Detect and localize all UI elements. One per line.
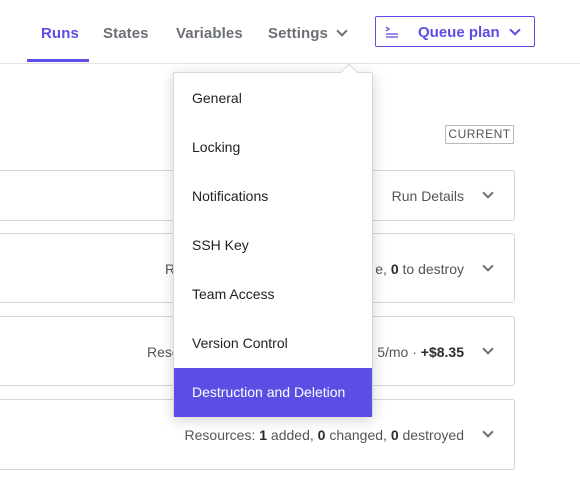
plan-destroy-count: 0 — [390, 261, 399, 277]
tab-variables[interactable]: Variables — [176, 25, 243, 42]
queue-plan-icon — [385, 26, 398, 38]
menu-item-notifications[interactable]: Notifications — [174, 172, 372, 221]
plan-summary-text: e, 0 to destroy — [375, 261, 464, 277]
apply-chevron-icon[interactable] — [482, 426, 494, 438]
tab-states[interactable]: States — [103, 25, 149, 42]
apply-added-count: 1 — [259, 427, 268, 443]
plan-chevron-icon[interactable] — [482, 260, 494, 272]
settings-dropdown-menu: General Locking Notifications SSH Key Te… — [173, 72, 373, 417]
menu-item-version-control[interactable]: Version Control — [174, 319, 372, 368]
apply-summary-text: Resources: 1 added, 0 changed, 0 destroy… — [185, 427, 464, 443]
workspace-nav: Runs States Variables Settings Queue pla… — [0, 0, 580, 64]
apply-destroyed-count: 0 — [390, 427, 399, 443]
apply-destroyed-label: destroyed — [398, 427, 465, 443]
settings-chevron-down-icon[interactable] — [336, 25, 348, 37]
active-tab-indicator — [27, 59, 89, 62]
cost-chevron-icon[interactable] — [482, 343, 494, 355]
queue-plan-label: Queue plan — [418, 24, 500, 41]
apply-changed-label: changed, — [325, 427, 391, 443]
plan-summary-fragment-right: e, — [375, 261, 391, 277]
current-badge: CURRENT — [445, 125, 514, 144]
apply-prefix: Resources: — [184, 427, 260, 443]
menu-item-team-access[interactable]: Team Access — [174, 270, 372, 319]
tab-settings[interactable]: Settings — [268, 25, 328, 42]
menu-item-ssh-key[interactable]: SSH Key — [174, 221, 372, 270]
cost-delta: +$8.35 — [420, 344, 464, 360]
run-details-chevron-icon[interactable] — [482, 187, 494, 199]
cost-summary-text: 5/mo · +$8.35 — [377, 344, 464, 360]
queue-plan-button[interactable]: Queue plan — [375, 16, 535, 47]
run-details-label: Run Details — [391, 188, 464, 204]
menu-item-general[interactable]: General — [174, 74, 372, 123]
menu-item-locking[interactable]: Locking — [174, 123, 372, 172]
cost-fragment-right: 5/mo · — [377, 344, 421, 360]
apply-added-label: added, — [267, 427, 318, 443]
plan-destroy-label: to destroy — [398, 261, 465, 277]
tab-runs[interactable]: Runs — [41, 25, 79, 42]
queue-plan-chevron-icon — [509, 24, 521, 36]
menu-item-destruction-and-deletion[interactable]: Destruction and Deletion — [174, 368, 372, 417]
